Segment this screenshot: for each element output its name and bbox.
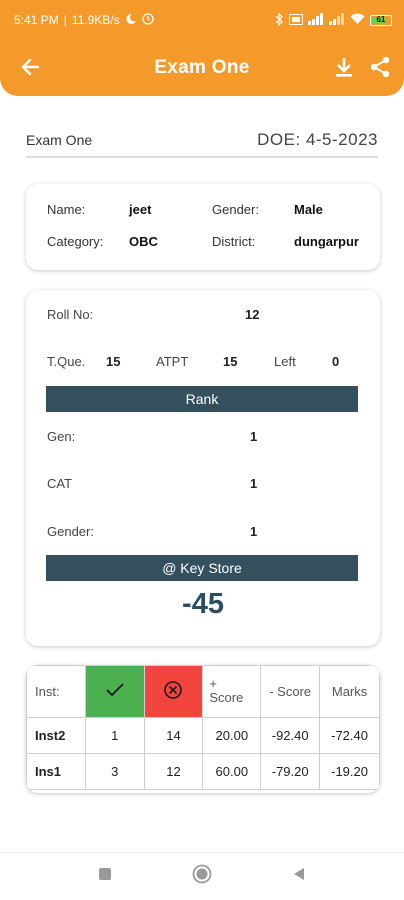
- category-label: Category:: [47, 234, 104, 249]
- row-correct: 1: [84, 717, 145, 754]
- atpt-value: 15: [223, 354, 238, 369]
- clock-icon: [141, 13, 154, 27]
- recents-square-icon[interactable]: [98, 867, 112, 886]
- roll-number: 12: [245, 307, 260, 322]
- back-triangle-icon[interactable]: [292, 867, 306, 886]
- gender-rank-label: Gender:: [47, 524, 94, 539]
- wifi-icon: [350, 13, 365, 27]
- roll-label: Roll No:: [47, 307, 94, 322]
- score-table-card: Inst: + Score - Score Marks Inst2 1 14 2…: [26, 665, 380, 793]
- plus-score-label: Score: [209, 690, 244, 705]
- rank-banner: Rank: [46, 386, 358, 412]
- header-plus-score: + Score: [202, 665, 262, 718]
- row-plus: 60.00: [202, 753, 262, 790]
- student-info-card: Name: jeet Gender: Male Category: OBC Di…: [26, 184, 380, 270]
- gen-rank-value: 1: [250, 429, 258, 444]
- system-nav-bar: [0, 852, 404, 900]
- header-wrong: [143, 665, 204, 718]
- row-inst: Ins1: [26, 753, 86, 790]
- bluetooth-icon: [275, 12, 284, 28]
- back-arrow-icon[interactable]: [18, 54, 44, 80]
- status-time: 5:41 PM: [14, 13, 59, 27]
- header-correct: [84, 665, 145, 718]
- student-district: dungarpur: [294, 234, 359, 249]
- gen-rank-label: Gen:: [47, 429, 76, 444]
- gender-label: Gender:: [212, 202, 259, 217]
- check-icon: [105, 683, 125, 701]
- table-row: Inst2 1 14 20.00 -92.40 -72.40: [26, 717, 380, 754]
- row-inst: Inst2: [26, 717, 86, 754]
- row-wrong: 14: [143, 717, 204, 754]
- table-row: Ins1 3 12 60.00 -79.20 -19.20: [26, 753, 380, 790]
- battery-icon: 61: [370, 14, 392, 26]
- atpt-label: ATPT: [156, 354, 189, 369]
- name-label: Name:: [47, 202, 86, 217]
- left-value: 0: [332, 354, 340, 369]
- home-circle-icon[interactable]: [192, 864, 212, 889]
- header-marks: Marks: [319, 665, 380, 718]
- cat-rank-label: CAT: [47, 476, 73, 491]
- app-bar: Exam One: [0, 40, 404, 96]
- cat-rank-value: 1: [250, 476, 258, 491]
- alarm-icon: [125, 13, 137, 27]
- row-wrong: 12: [143, 753, 204, 790]
- exam-name: Exam One: [26, 132, 93, 148]
- key-store-banner[interactable]: @ Key Store: [46, 555, 358, 581]
- share-icon[interactable]: [368, 54, 392, 80]
- status-bar: 5:41 PM | 11.9KB/s 61: [0, 0, 404, 40]
- student-name: jeet: [129, 202, 152, 217]
- gender-rank-value: 1: [250, 524, 258, 539]
- row-minus: -79.20: [260, 753, 321, 790]
- sim-icon: [289, 13, 303, 27]
- row-marks: -19.20: [319, 753, 380, 790]
- plus-sign: +: [209, 676, 217, 691]
- exam-date: DOE: 4-5-2023: [257, 130, 378, 149]
- row-minus: -92.40: [260, 717, 321, 754]
- score-table: Inst: + Score - Score Marks Inst2 1 14 2…: [26, 665, 380, 790]
- tque-label: T.Que.: [47, 354, 86, 369]
- download-icon[interactable]: [332, 54, 356, 80]
- tque-value: 15: [106, 354, 121, 369]
- signal-icon-2: [329, 13, 345, 27]
- result-card: Roll No: 12 T.Que. 15 ATPT 15 Left 0 Ran…: [26, 290, 380, 646]
- signal-icon: [308, 13, 324, 27]
- row-plus: 20.00: [202, 717, 262, 754]
- total-score: -45: [182, 588, 224, 620]
- header-minus-score: - Score: [260, 665, 321, 718]
- cross-circle-icon: [163, 681, 183, 703]
- district-label: District:: [212, 234, 256, 249]
- exam-header: Exam One DOE: 4-5-2023: [26, 124, 378, 158]
- row-marks: -72.40: [319, 717, 380, 754]
- page-title: Exam One: [154, 57, 250, 78]
- top-bar: 5:41 PM | 11.9KB/s 61 Exam One: [0, 0, 404, 96]
- table-header-row: Inst: + Score - Score Marks: [26, 665, 380, 718]
- header-inst: Inst:: [26, 665, 86, 718]
- student-gender: Male: [294, 202, 323, 217]
- network-speed: 11.9KB/s: [71, 13, 120, 27]
- row-correct: 3: [84, 753, 145, 790]
- student-category: OBC: [129, 234, 158, 249]
- left-label: Left: [274, 354, 296, 369]
